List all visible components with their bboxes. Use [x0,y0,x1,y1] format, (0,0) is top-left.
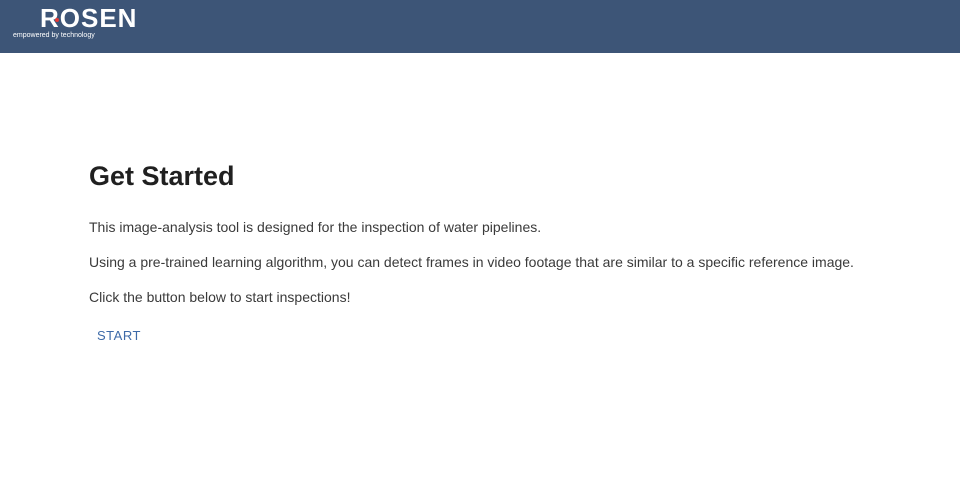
app-header: ROSEN empowered by technology [0,0,960,53]
get-started-section: Get Started This image-analysis tool is … [89,158,909,343]
algorithm-paragraph: Using a pre-trained learning algorithm, … [89,254,854,270]
logo-dot-icon [55,18,59,22]
logo-tagline: empowered by technology [13,32,95,39]
rosen-logo[interactable]: ROSEN empowered by technology [13,4,136,44]
intro-paragraph: This image-analysis tool is designed for… [89,219,542,235]
instruction-paragraph: Click the button below to start inspecti… [89,289,351,305]
start-button[interactable]: START [89,324,149,348]
page-title: Get Started [89,161,235,191]
